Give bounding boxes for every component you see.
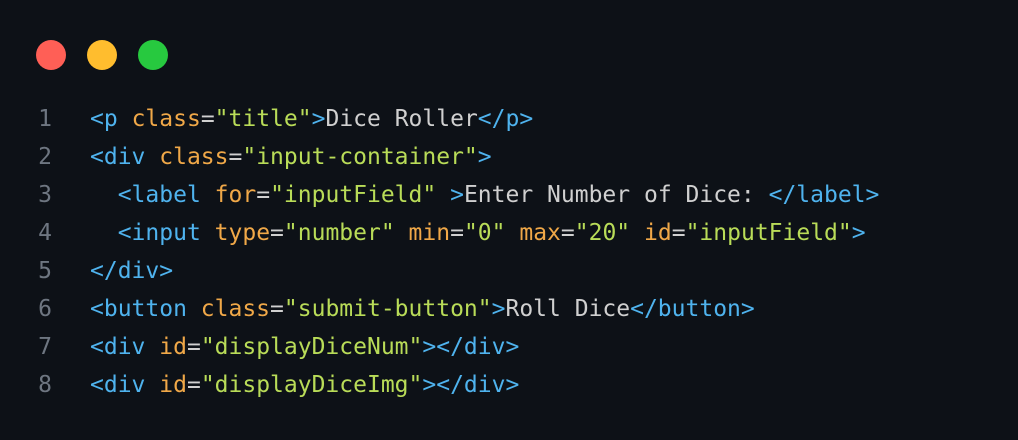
window-controls bbox=[36, 40, 168, 70]
code-token-attr: id bbox=[159, 372, 187, 398]
code-token-tag: > bbox=[851, 220, 866, 246]
code-line: 5 </div> bbox=[0, 252, 1018, 290]
code-token-punct: = bbox=[186, 334, 201, 360]
code-token-punct: = bbox=[450, 220, 464, 246]
code-token-attr: max bbox=[519, 220, 561, 246]
code-token-tag: <label bbox=[117, 182, 201, 208]
code-token-attr: type bbox=[214, 220, 271, 246]
code-token-string: "inputField" bbox=[685, 220, 852, 246]
code-token-tag: > bbox=[491, 296, 506, 322]
code-token-string: "number" bbox=[283, 220, 395, 246]
code-line: 8 <div id="displayDiceImg"></div> bbox=[0, 366, 1018, 404]
code-token-string: "submit-button" bbox=[283, 296, 492, 322]
code-token-text: Enter Number of Dice: bbox=[463, 182, 769, 208]
code-token-tag: <button bbox=[90, 296, 187, 322]
minimize-button[interactable] bbox=[87, 40, 117, 70]
line-number: 7 bbox=[38, 334, 52, 360]
code-line-content: <div class="input-container"> bbox=[52, 144, 492, 170]
line-number: 1 bbox=[38, 106, 52, 132]
line-number: 8 bbox=[38, 372, 52, 398]
code-token-attr: class bbox=[131, 106, 201, 132]
code-token-tag: <input bbox=[117, 220, 201, 246]
code-token-tag: </p> bbox=[477, 106, 534, 132]
code-token-tag: > bbox=[311, 106, 326, 132]
code-line-content: <label for="inputField" >Enter Number of… bbox=[52, 182, 880, 208]
code-token-tag: ></div> bbox=[422, 372, 520, 398]
code-token-text: Dice Roller bbox=[325, 106, 478, 132]
code-line-content: <p class="title">Dice Roller</p> bbox=[52, 106, 533, 132]
code-token-string: "input-container" bbox=[242, 144, 478, 170]
code-token-string: "displayDiceNum" bbox=[200, 334, 423, 360]
code-token-tag: > bbox=[477, 144, 492, 170]
code-token-tag: </div> bbox=[90, 258, 174, 284]
code-token-tag: > bbox=[450, 182, 464, 208]
code-token-tag: <p bbox=[90, 106, 118, 132]
code-line: 6 <button class="submit-button">Roll Dice… bbox=[0, 290, 1018, 328]
line-number: 4 bbox=[38, 220, 52, 246]
close-button[interactable] bbox=[36, 40, 66, 70]
line-number: 3 bbox=[38, 182, 52, 208]
code-token-punct: = bbox=[186, 372, 201, 398]
code-token-attr: class bbox=[200, 296, 271, 322]
code-token-attr: id bbox=[159, 334, 187, 360]
code-line: 1 <p class="title">Dice Roller</p> bbox=[0, 100, 1018, 138]
code-token-punct: = bbox=[228, 144, 243, 170]
code-line-content: <input type="number" min="0" max="20" id… bbox=[52, 220, 866, 246]
code-line-content: <button class="submit-button">Roll Dice<… bbox=[52, 296, 755, 322]
code-token-attr: min bbox=[408, 220, 451, 246]
code-token-tag: </button> bbox=[630, 296, 755, 322]
code-token-punct: = bbox=[200, 106, 215, 132]
code-token-string: "displayDiceImg" bbox=[200, 372, 423, 398]
code-line-content: <div id="displayDiceNum"></div> bbox=[52, 334, 519, 360]
code-token-punct: = bbox=[270, 220, 284, 246]
code-line-content: </div> bbox=[52, 258, 173, 284]
code-token-string: "title" bbox=[214, 106, 312, 132]
line-number: 5 bbox=[38, 258, 52, 284]
code-block: 1 <p class="title">Dice Roller</p> 2 <div c… bbox=[0, 100, 1018, 404]
maximize-button[interactable] bbox=[138, 40, 168, 70]
code-token-string: "inputField" bbox=[270, 182, 437, 208]
code-token-punct: = bbox=[256, 182, 271, 208]
code-line: 2 <div class="input-container"> bbox=[0, 138, 1018, 176]
code-token-attr: class bbox=[159, 144, 229, 170]
code-token-tag: </label> bbox=[768, 182, 880, 208]
code-token-tag: <div bbox=[90, 334, 146, 360]
code-token-attr: id bbox=[644, 220, 672, 246]
code-token-punct: = bbox=[671, 220, 686, 246]
code-window: 1 <p class="title">Dice Roller</p> 2 <div c… bbox=[0, 0, 1018, 440]
code-line-content: <div id="displayDiceImg"></div> bbox=[52, 372, 519, 398]
code-token-punct: = bbox=[560, 220, 575, 246]
code-token-text: Roll Dice bbox=[505, 296, 631, 322]
code-token-tag: ></div> bbox=[422, 334, 520, 360]
code-line: 4 <input type="number" min="0" max="20" … bbox=[0, 214, 1018, 252]
code-token-tag: <div bbox=[90, 372, 146, 398]
code-token-punct: = bbox=[270, 296, 284, 322]
code-token-tag: <div bbox=[90, 144, 146, 170]
code-line: 3 <label for="inputField" >Enter Number … bbox=[0, 176, 1018, 214]
code-line: 7 <div id="displayDiceNum"></div> bbox=[0, 328, 1018, 366]
line-number: 6 bbox=[38, 296, 52, 322]
code-token-string: "20" bbox=[574, 220, 631, 246]
line-number: 2 bbox=[38, 144, 52, 170]
code-token-string: "0" bbox=[463, 220, 506, 246]
code-token-attr: for bbox=[214, 182, 257, 208]
